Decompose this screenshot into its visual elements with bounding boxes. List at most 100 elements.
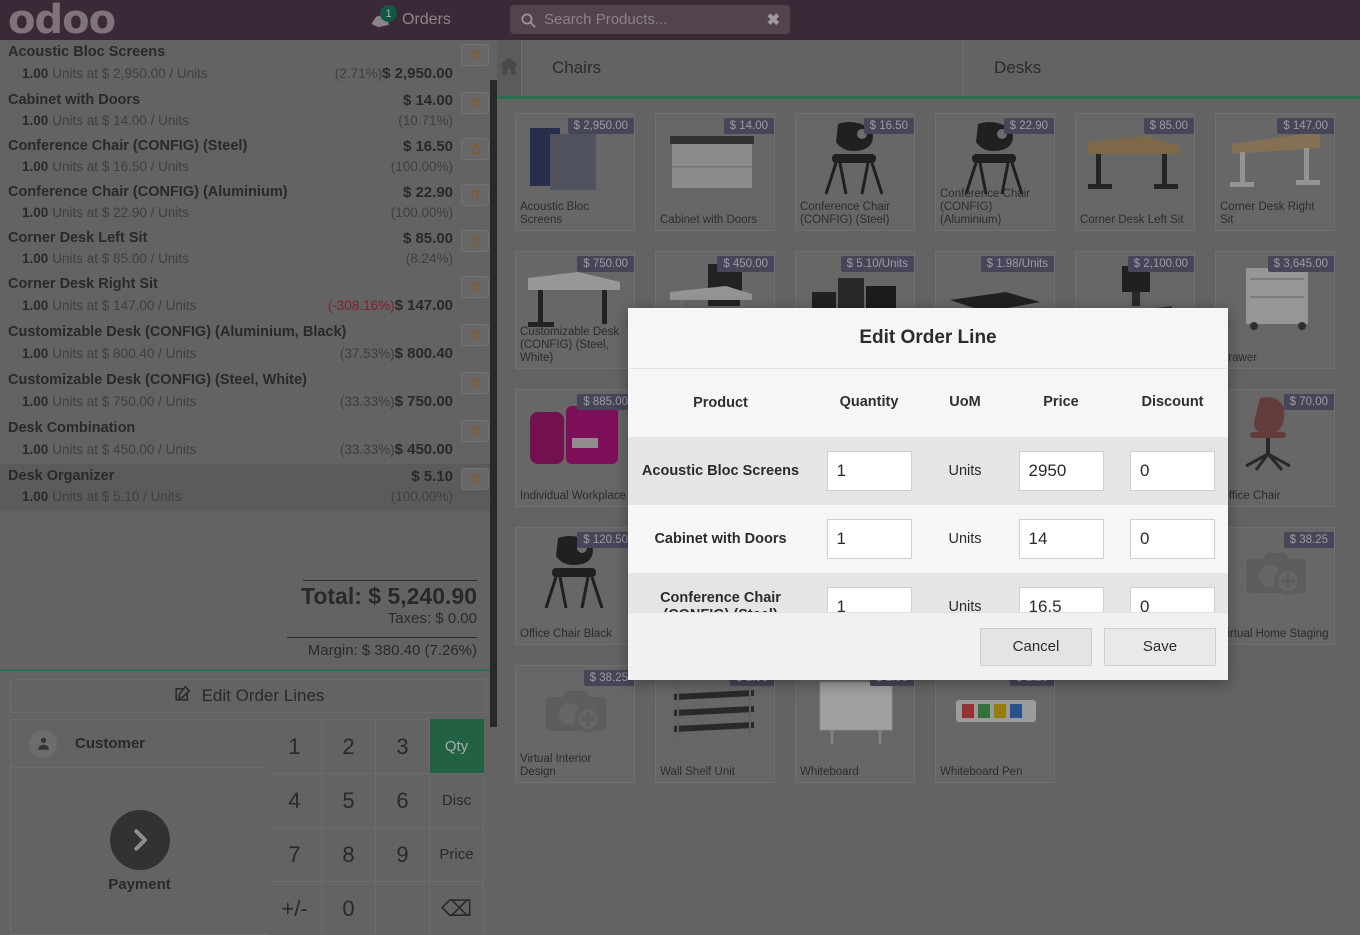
product-card[interactable]: $ 885.00Individual Workplace [515,389,635,507]
order-line-edit-row: Conference Chair (CONFIG) (Steel)Units [628,573,1228,612]
home-icon [497,55,521,82]
order-line[interactable]: Corner Desk Left Sit$ 85.001.00Units at … [0,226,497,272]
numpad-key-0[interactable]: 0 [322,881,376,935]
delete-line-button[interactable] [461,230,489,252]
product-name: Conference Chair (CONFIG) (Aluminium) [940,188,1050,227]
save-button[interactable]: Save [1104,628,1216,666]
order-line[interactable]: Customizable Desk (CONFIG) (Steel, White… [0,368,497,416]
product-name: Drawer [1220,352,1330,365]
product-card[interactable]: $ 2,950.00Acoustic Bloc Screens [515,113,635,231]
cancel-button[interactable]: Cancel [980,628,1092,666]
search-input[interactable] [544,11,759,28]
product-card[interactable]: $ 38.25Virtual Home Staging [1215,527,1335,645]
product-name: Corner Desk Right Sit [1220,201,1330,227]
order-lines-scrollbar[interactable] [490,80,497,727]
delete-line-button[interactable] [461,420,489,442]
product-card[interactable]: $ 1.20Whiteboard Pen [935,665,1055,783]
order-line[interactable]: Desk Organizer$ 5.101.00Units at $ 5.10 … [0,464,497,510]
product-name: Whiteboard Pen [940,766,1050,779]
category-tab-desks[interactable]: Desks [964,40,1360,96]
product-card[interactable]: $ 14.00Cabinet with Doors [655,113,775,231]
price-input[interactable] [1019,519,1104,559]
payment-button[interactable]: Payment [11,768,268,934]
delete-line-button[interactable] [461,276,489,298]
product-price: $ 16.50 [864,118,914,134]
numpad-key-2[interactable]: 2 [322,719,376,773]
product-name: Individual Workplace [520,490,630,503]
product-card[interactable]: $ 38.25Virtual Interior Design [515,665,635,783]
product-card[interactable]: $ 1.98Whiteboard [795,665,915,783]
order-taxes: Taxes: $ 0.00 [20,610,477,627]
delete-line-button[interactable] [461,184,489,206]
home-category-button[interactable] [497,40,522,96]
price-input[interactable] [1019,587,1104,612]
product-name: Wall Shelf Unit [660,766,770,779]
dialog-title: Edit Order Line [628,308,1228,369]
clear-search-icon[interactable]: ✖ [767,10,780,30]
order-line-discount: (-308.16%) [328,298,395,313]
product-price: $ 2,100.00 [1128,256,1194,272]
numpad-key-disc[interactable]: Disc [430,773,484,827]
numpad[interactable]: 123Qty 456Disc 789Price +/-0 ⌫ [268,719,484,935]
order-line[interactable]: Customizable Desk (CONFIG) (Aluminium, B… [0,320,497,368]
quantity-input[interactable] [827,519,912,559]
search-bar[interactable]: ✖ [510,5,790,34]
product-card[interactable]: $ 1.98Wall Shelf Unit [655,665,775,783]
product-card[interactable]: $ 3,645.00Drawer [1215,251,1335,369]
numpad-key-qty[interactable]: Qty [430,719,484,773]
order-line-price: $ 85.00 [403,230,453,247]
orders-button[interactable]: 1 Orders [370,4,451,36]
delete-line-button[interactable] [461,92,489,114]
order-line-discount: (100.00%) [391,489,453,504]
delete-line-button[interactable] [461,468,489,490]
price-input[interactable] [1019,451,1104,491]
numpad-key-6[interactable]: 6 [376,773,430,827]
order-line[interactable]: Corner Desk Right Sit1.00Units at $ 147.… [0,272,497,320]
discount-input[interactable] [1130,451,1215,491]
product-price: $ 70.00 [1284,394,1334,410]
order-line-product: Desk Combination [8,420,453,436]
numpad-key-8[interactable]: 8 [322,827,376,881]
edit-order-lines-button[interactable]: Edit Order Lines [10,679,487,713]
order-line[interactable]: Acoustic Bloc Screens1.00Units at $ 2,95… [0,40,497,88]
delete-line-button[interactable] [461,138,489,160]
product-card[interactable]: $ 750.00Customizable Desk (CONFIG) (Stee… [515,251,635,369]
order-line[interactable]: Conference Chair (CONFIG) (Aluminium)$ 2… [0,180,497,226]
quantity-input[interactable] [827,587,912,612]
row-product-name: Cabinet with Doors [628,505,813,573]
numpad-key-[interactable]: +/- [268,881,322,935]
order-line[interactable]: Desk Combination1.00Units at $ 450.00 / … [0,416,497,464]
order-lines-list[interactable]: Acoustic Bloc Screens1.00Units at $ 2,95… [0,40,497,572]
quantity-input[interactable] [827,451,912,491]
product-card[interactable]: $ 85.00Corner Desk Left Sit [1075,113,1195,231]
product-card[interactable]: $ 16.50Conference Chair (CONFIG) (Steel) [795,113,915,231]
delete-line-button[interactable] [461,324,489,346]
category-tab-chairs[interactable]: Chairs [522,40,964,96]
numpad-key-5[interactable]: 5 [322,773,376,827]
order-line-price: $ 5.10 [411,468,453,485]
numpad-key-[interactable]: ⌫ [430,881,484,935]
product-card[interactable]: $ 22.90Conference Chair (CONFIG) (Alumin… [935,113,1055,231]
numpad-key-3[interactable]: 3 [376,719,430,773]
edit-order-lines-label: Edit Order Lines [202,686,325,706]
delete-line-button[interactable] [461,372,489,394]
product-card[interactable]: $ 120.50Office Chair Black [515,527,635,645]
customer-button[interactable]: Customer [11,720,268,768]
product-card[interactable]: $ 147.00Corner Desk Right Sit [1215,113,1335,231]
delete-line-button[interactable] [461,44,489,66]
discount-input[interactable] [1130,519,1215,559]
order-line[interactable]: Conference Chair (CONFIG) (Steel)$ 16.50… [0,134,497,180]
dialog-body: Product Quantity UoM Price Discount Acou… [628,369,1228,612]
dialog-footer: Cancel Save [628,612,1228,680]
numpad-key-7[interactable]: 7 [268,827,322,881]
numpad-key-4[interactable]: 4 [268,773,322,827]
numpad-key-1[interactable]: 1 [268,719,322,773]
order-line-product: Customizable Desk (CONFIG) (Steel, White… [8,372,453,388]
numpad-key-price[interactable]: Price [430,827,484,881]
order-line[interactable]: Cabinet with Doors$ 14.001.00Units at $ … [0,88,497,134]
numpad-key-9[interactable]: 9 [376,827,430,881]
order-line-product: Acoustic Bloc Screens [8,44,453,60]
product-card[interactable]: $ 70.00Office Chair [1215,389,1335,507]
discount-input[interactable] [1130,587,1215,612]
customer-label: Customer [75,735,145,752]
